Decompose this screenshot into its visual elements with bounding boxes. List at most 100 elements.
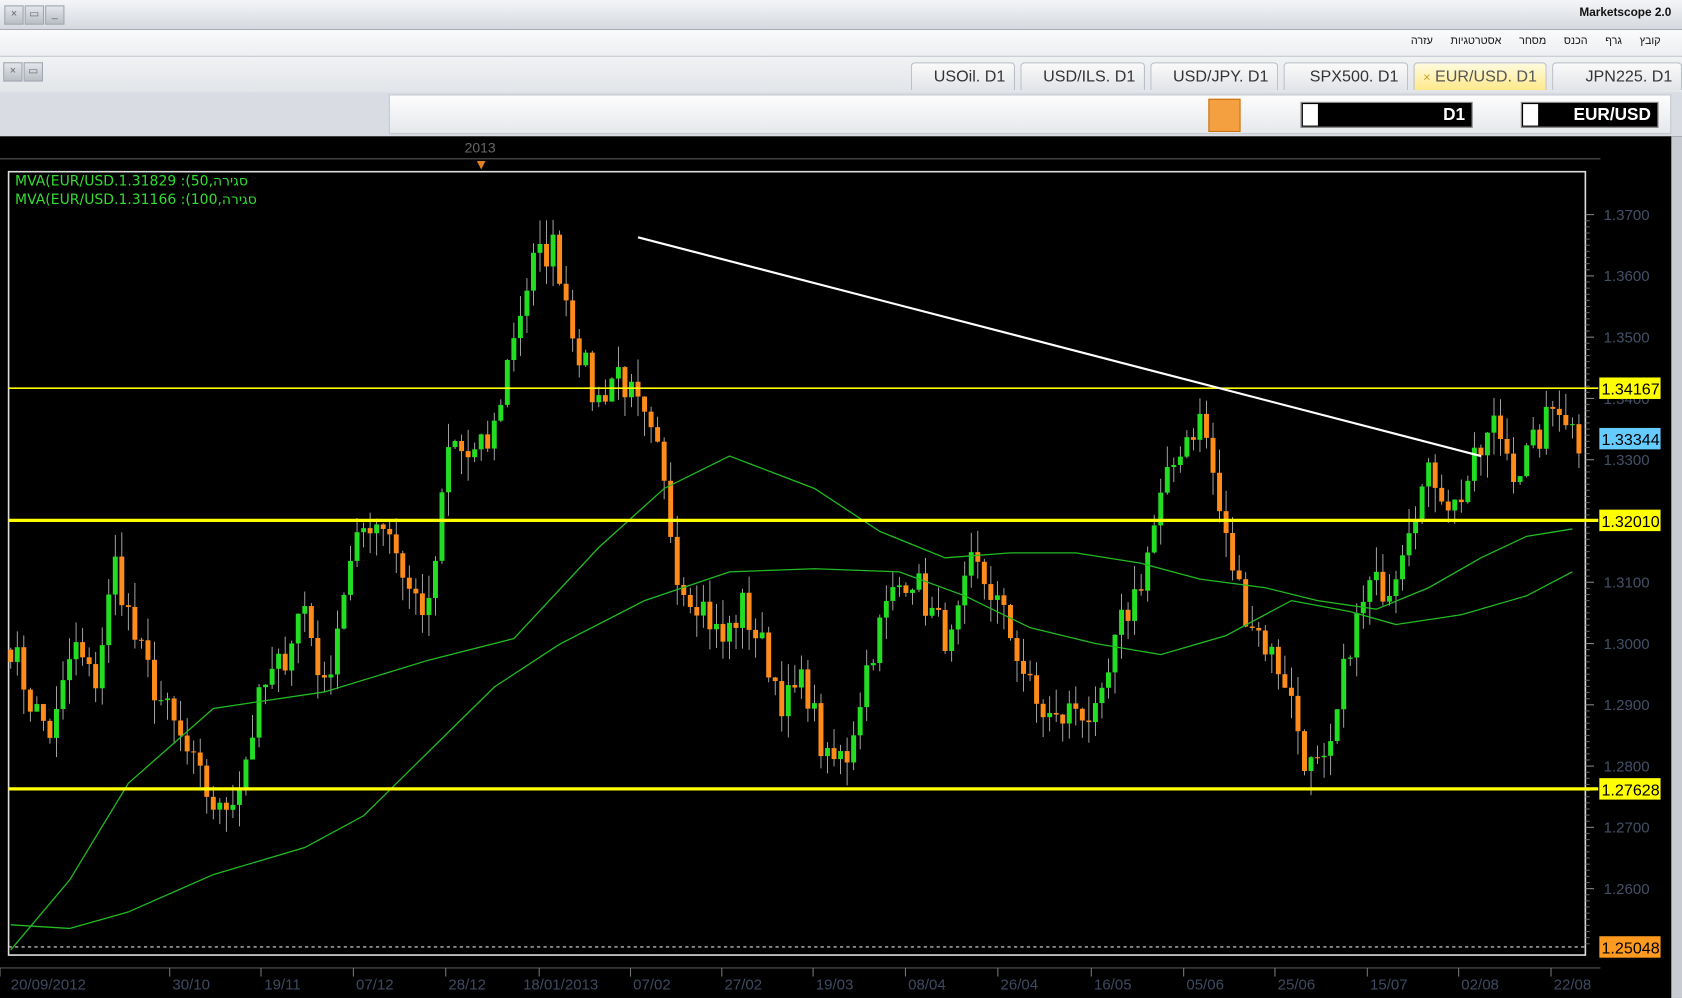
candle-up (1354, 613, 1360, 658)
zoom-in-icon[interactable] (1105, 105, 1122, 122)
ab-icon[interactable] (1208, 98, 1241, 132)
tab-jpn225[interactable]: JPN225. D1 (1552, 62, 1682, 91)
candle-down (387, 528, 393, 535)
candle-down (465, 451, 471, 458)
candle-down (668, 480, 674, 537)
text-label-icon[interactable] (497, 105, 514, 122)
menu-trading[interactable]: מסחר (1513, 35, 1553, 47)
candle-up (341, 594, 347, 629)
candle-up (1419, 486, 1425, 520)
candle-down (1262, 630, 1268, 655)
candle-up (896, 585, 902, 588)
candle-down (1249, 626, 1255, 628)
candle-down (1086, 720, 1092, 723)
close-position-icon[interactable] (1492, 105, 1509, 122)
cursor-vertical-icon[interactable] (989, 105, 1006, 122)
globe-icon[interactable] (882, 105, 899, 122)
timeframe-selector[interactable]: D1 (1300, 101, 1473, 128)
candle-up (217, 802, 223, 810)
tab-usdils[interactable]: USD/ILS. D1 (1020, 62, 1145, 91)
candle-down (1432, 462, 1438, 488)
tab-eurusd[interactable]: × EUR/USD. D1 (1413, 62, 1547, 91)
instrument-dropdown-handle[interactable] (1523, 104, 1539, 126)
window-icon[interactable] (766, 105, 783, 122)
candle-down (1204, 413, 1209, 438)
candle-up (1471, 447, 1477, 481)
menu-file[interactable]: קובץ (1633, 35, 1667, 47)
candle-up (263, 684, 269, 688)
close-tab-icon[interactable]: × (1423, 63, 1431, 91)
ruler-icon[interactable] (841, 105, 858, 122)
price-chart[interactable]: 20131.37001.36001.35001.34001.33001.3200… (0, 136, 1682, 998)
tab-usdjpy[interactable]: USD/JPY. D1 (1150, 62, 1279, 91)
candle-down (1079, 708, 1085, 721)
candle-up (1132, 589, 1138, 621)
candle-down (544, 244, 550, 267)
candle-up (1491, 415, 1497, 433)
toolbar-grip-icon[interactable] (394, 105, 411, 122)
candle-down (602, 395, 608, 402)
indicators-icon[interactable] (420, 105, 437, 122)
candle-down (400, 553, 406, 578)
candle-down (321, 675, 327, 678)
chart-canvas[interactable]: 20131.37001.36001.35001.34001.33001.3200… (0, 136, 1682, 998)
candle-down (393, 534, 399, 554)
candle-down (125, 605, 131, 607)
close-window-button[interactable]: × (4, 5, 24, 25)
candle-up (909, 589, 915, 593)
link-icon[interactable] (918, 105, 935, 122)
eraser-icon[interactable] (459, 105, 476, 122)
chart-type-icon[interactable] (1262, 105, 1279, 122)
candle-up (1177, 456, 1183, 465)
candle-up (994, 595, 1000, 600)
menu-help[interactable]: עזרה (1404, 35, 1439, 47)
minimize-window-button[interactable]: _ (45, 5, 65, 25)
candle-down (981, 561, 987, 585)
timeframe-dropdown-handle[interactable] (1302, 104, 1318, 126)
image-icon[interactable] (802, 105, 819, 122)
close-chart-button[interactable]: × (3, 62, 23, 82)
channels-icon[interactable] (682, 105, 699, 122)
zoom-icon[interactable] (1028, 105, 1045, 122)
candle-down (459, 440, 465, 452)
y-tick-label: 1.2700 (1604, 820, 1650, 837)
edit-chart-icon[interactable] (955, 105, 972, 122)
parallel-lines-icon[interactable] (729, 105, 746, 122)
menu-bar: קובץ גרף הכנס מסחר אסטרטגיות עזרה (0, 30, 1682, 57)
candle-up (1484, 432, 1490, 456)
candle-down (694, 607, 700, 616)
candle-down (1007, 604, 1013, 639)
candle-up (432, 560, 438, 598)
candle-down (282, 653, 288, 671)
pointer-icon[interactable] (1069, 105, 1086, 122)
chart-scrollbar[interactable] (1671, 136, 1682, 998)
candle-down (570, 300, 576, 339)
candle-up (962, 575, 968, 606)
candle-up (302, 606, 308, 614)
candle-up (537, 244, 543, 253)
restore-window-button[interactable]: ▭ (24, 5, 45, 25)
menu-chart[interactable]: גרף (1599, 35, 1629, 47)
zoom-out-icon[interactable] (1142, 105, 1159, 122)
candle-up (106, 594, 112, 646)
line-icon[interactable] (590, 105, 607, 122)
candle-down (1302, 731, 1307, 771)
ellipse-icon[interactable] (547, 105, 564, 122)
tab-usoil[interactable]: USOil. D1 (910, 62, 1016, 91)
candle-down (805, 669, 811, 709)
trendline[interactable] (637, 236, 1482, 458)
menu-insert[interactable]: הכנס (1557, 35, 1594, 47)
candle-up (498, 404, 504, 421)
fibonacci-icon[interactable] (637, 105, 654, 122)
instrument-selector[interactable]: EUR/USD (1520, 101, 1659, 128)
list-icon[interactable] (1180, 105, 1197, 122)
year-marker: 2013 (465, 139, 496, 155)
candle-up (550, 234, 556, 267)
candle-up (1119, 609, 1125, 635)
menu-strategies[interactable]: אסטרטגיות (1444, 35, 1508, 47)
candle-down (563, 283, 569, 301)
tab-spx500[interactable]: SPX500. D1 (1283, 62, 1409, 91)
candle-up (472, 449, 478, 458)
restore-chart-button[interactable]: ▭ (23, 62, 43, 82)
candle-up (439, 492, 445, 561)
